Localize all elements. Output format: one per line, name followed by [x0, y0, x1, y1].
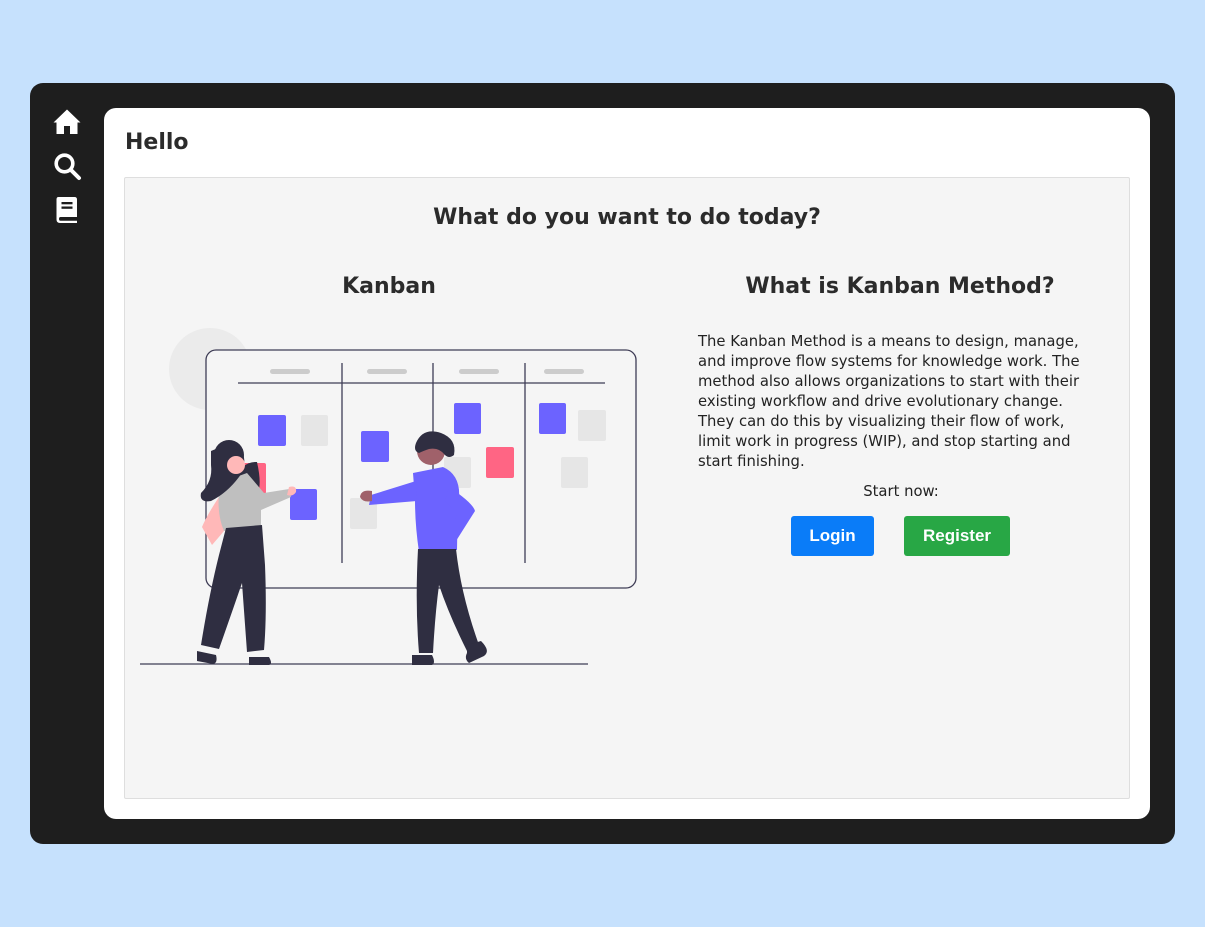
note	[561, 457, 588, 488]
note	[301, 415, 328, 446]
sidebar	[30, 83, 104, 844]
note	[454, 403, 481, 434]
search-icon[interactable]	[52, 151, 82, 181]
note	[258, 415, 286, 446]
kanban-description: The Kanban Method is a means to design, …	[698, 333, 1080, 470]
kanban-heading: Kanban	[342, 274, 436, 299]
note	[578, 410, 606, 441]
register-button[interactable]: Register	[904, 516, 1010, 556]
main-panel: What do you want to do today? Kanban Wha…	[124, 177, 1130, 799]
start-now-label: Start now:	[863, 483, 939, 500]
kanban-method-heading: What is Kanban Method?	[745, 274, 1055, 299]
kanban-board-illustration	[140, 328, 637, 665]
content-card: Hello What do you want to do today? Kanb…	[104, 108, 1150, 819]
page-title: Hello	[125, 130, 189, 155]
home-icon[interactable]	[52, 107, 82, 137]
note	[486, 447, 514, 478]
note	[361, 431, 389, 462]
login-button[interactable]: Login	[791, 516, 874, 556]
panel-heading: What do you want to do today?	[433, 205, 821, 230]
app-frame: Hello What do you want to do today? Kanb…	[30, 83, 1175, 844]
note	[539, 403, 566, 434]
book-icon[interactable]	[52, 195, 82, 225]
